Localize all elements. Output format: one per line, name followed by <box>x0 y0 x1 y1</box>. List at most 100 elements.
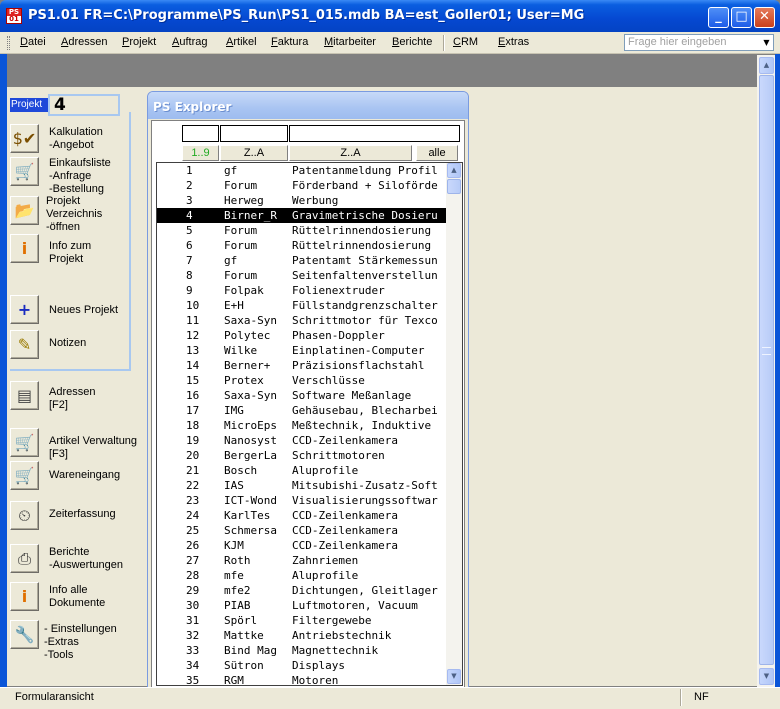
projektverzeichnis-button[interactable]: 📂 <box>10 196 39 225</box>
row-kunde: Forum <box>224 224 258 237</box>
row-kunde: Folpak <box>224 284 264 297</box>
row-bezeichnung: CCD-Zeilenkamera <box>292 434 398 447</box>
table-row[interactable]: 25 Schmersa CCD-Zeilenkamera <box>157 523 446 538</box>
table-row[interactable]: 12 Polytec Phasen-Doppler <box>157 328 446 343</box>
row-kunde: BergerLa <box>224 449 277 462</box>
table-row[interactable]: 4 Birner_R Gravimetrische Dosieru <box>157 208 446 223</box>
table-row[interactable]: 30 PIAB Luftmotoren, Vacuum <box>157 598 446 613</box>
table-row[interactable]: 26 KJM CCD-Zeilenkamera <box>157 538 446 553</box>
einkaufsliste-button[interactable]: 🛒 <box>10 157 39 186</box>
table-row[interactable]: 9 Folpak Folienextruder <box>157 283 446 298</box>
table-row[interactable]: 1 gf Patentanmeldung Profil <box>157 163 446 178</box>
menu-berichte[interactable]: Berichte <box>392 36 432 48</box>
project-number-field[interactable]: 4 <box>48 94 120 116</box>
help-search-input[interactable]: Frage hier eingeben <box>624 34 774 51</box>
table-row[interactable]: 17 IMG Gehäusebau, Blecharbei <box>157 403 446 418</box>
filter-id-input[interactable] <box>182 125 219 142</box>
scroll-up-icon[interactable]: ▲ <box>759 57 774 74</box>
table-row[interactable]: 31 Spörl Filtergewebe <box>157 613 446 628</box>
table-row[interactable]: 22 IAS Mitsubishi-Zusatz-Soft <box>157 478 446 493</box>
table-row[interactable]: 7 gf Patentamt Stärkemessun <box>157 253 446 268</box>
table-row[interactable]: 10 E+H Füllstandgrenzschalter <box>157 298 446 313</box>
wareneingang-button[interactable]: 🛒 <box>10 461 39 490</box>
table-row[interactable]: 28 mfe Aluprofile <box>157 568 446 583</box>
table-row[interactable]: 21 Bosch Aluprofile <box>157 463 446 478</box>
table-row[interactable]: 8 Forum Seitenfaltenverstellun <box>157 268 446 283</box>
table-row[interactable]: 18 MicroEps Meßtechnik, Induktive <box>157 418 446 433</box>
table-row[interactable]: 11 Saxa-Syn Schrittmotor für Texco <box>157 313 446 328</box>
table-row[interactable]: 23 ICT-Wond Visualisierungssoftwar <box>157 493 446 508</box>
table-row[interactable]: 24 KarlTes CCD-Zeilenkamera <box>157 508 446 523</box>
zeiterfassung-button[interactable]: ⏲ <box>10 501 39 530</box>
row-id: 34 <box>186 659 200 672</box>
close-button[interactable]: ✕ <box>754 7 775 28</box>
row-id: 18 <box>186 419 200 432</box>
menu-mitarbeiter[interactable]: Mitarbeiter <box>324 36 376 48</box>
row-kunde: KarlTes <box>224 509 271 522</box>
table-row[interactable]: 15 Protex Verschlüsse <box>157 373 446 388</box>
maximize-button[interactable]: □ <box>731 7 752 28</box>
menu-extras[interactable]: Extras <box>498 36 529 48</box>
sort-id-button[interactable]: 1..9 <box>182 145 219 161</box>
menu-adressen[interactable]: Adressen <box>61 36 107 48</box>
list-scroll-thumb[interactable] <box>447 179 461 194</box>
scroll-thumb[interactable] <box>759 75 774 665</box>
status-nf-indicator: NF <box>694 691 709 703</box>
menu-datei[interactable]: Datei <box>20 36 46 48</box>
list-scrollbar[interactable] <box>446 163 462 685</box>
row-kunde: mfe2 <box>224 584 251 597</box>
table-row[interactable]: 20 BergerLa Schrittmotoren <box>157 448 446 463</box>
info-projekt-button[interactable]: i <box>10 234 39 263</box>
info-dokumente-button[interactable]: i <box>10 582 39 611</box>
menu-crm[interactable]: CRM <box>453 36 478 48</box>
menu-grip[interactable] <box>7 36 10 50</box>
menu-faktura[interactable]: Faktura <box>271 36 308 48</box>
table-row[interactable]: 29 mfe2 Dichtungen, Gleitlager <box>157 583 446 598</box>
filter-kunde-input[interactable] <box>220 125 288 142</box>
scroll-down-icon[interactable]: ▼ <box>759 668 774 685</box>
menu-auftrag[interactable]: Auftrag <box>172 36 207 48</box>
berichte-button[interactable]: ⎙ <box>10 544 39 573</box>
einstellungen-button[interactable]: 🔧 <box>10 620 39 649</box>
row-id: 22 <box>186 479 200 492</box>
row-bezeichnung: Aluprofile <box>292 569 359 582</box>
filter-bezeichnung-input[interactable] <box>289 125 460 142</box>
table-row[interactable]: 16 Saxa-Syn Software Meßanlage <box>157 388 446 403</box>
kalkulation-button[interactable]: $✔ <box>10 124 39 153</box>
table-row[interactable]: 5 Forum Rüttelrinnendosierung <box>157 223 446 238</box>
table-row[interactable]: 13 Wilke Einplatinen-Computer <box>157 343 446 358</box>
menu-projekt[interactable]: Projekt <box>122 36 156 48</box>
plus-icon: + <box>17 300 32 319</box>
table-row[interactable]: 14 Berner+ Präzisionsflachstahl <box>157 358 446 373</box>
sort-kunde-button[interactable]: Z..A <box>220 145 288 161</box>
list-scroll-down-icon[interactable]: ▼ <box>447 669 461 684</box>
table-row[interactable]: 19 Nanosyst CCD-Zeilenkamera <box>157 433 446 448</box>
list-scroll-up-icon[interactable]: ▲ <box>447 163 461 178</box>
neues-projekt-button[interactable]: + <box>10 295 39 324</box>
table-row[interactable]: 2 Forum Förderband + Silofördе <box>157 178 446 193</box>
project-section-label: Projekt <box>10 98 48 112</box>
table-row[interactable]: 27 Roth Zahnriemen <box>157 553 446 568</box>
row-id: 11 <box>186 314 200 327</box>
row-bezeichnung: Einplatinen-Computer <box>292 344 425 357</box>
table-row[interactable]: 35 RGM Motoren <box>157 673 446 688</box>
table-row[interactable]: 32 Mattke Antriebstechnik <box>157 628 446 643</box>
menu-artikel[interactable]: Artikel <box>226 36 257 48</box>
sort-bezeichnung-button[interactable]: Z..A <box>289 145 412 161</box>
row-kunde: Wilke <box>224 344 258 357</box>
app-icon[interactable]: PS 01 <box>6 8 22 24</box>
table-row[interactable]: 6 Forum Rüttelrinnendosierung <box>157 238 446 253</box>
artikel-verwaltung-button[interactable]: 🛒 <box>10 428 39 457</box>
row-id: 29 <box>186 584 200 597</box>
adressen-button[interactable]: ▤ <box>10 381 39 410</box>
berichte-label: Berichte -Auswertungen <box>49 546 123 571</box>
row-id: 13 <box>186 344 200 357</box>
notizen-button[interactable]: ✎ <box>10 330 39 359</box>
table-row[interactable]: 33 Bind Mag Magnettechnik <box>157 643 446 658</box>
table-row[interactable]: 3 Herweg Werbung <box>157 193 446 208</box>
chevron-down-icon[interactable]: ▼ <box>760 35 773 50</box>
table-row[interactable]: 34 Sütron Displays <box>157 658 446 673</box>
minimize-button[interactable]: _ <box>708 7 729 28</box>
scroll-grip <box>762 347 771 355</box>
show-all-button[interactable]: alle <box>416 145 458 161</box>
